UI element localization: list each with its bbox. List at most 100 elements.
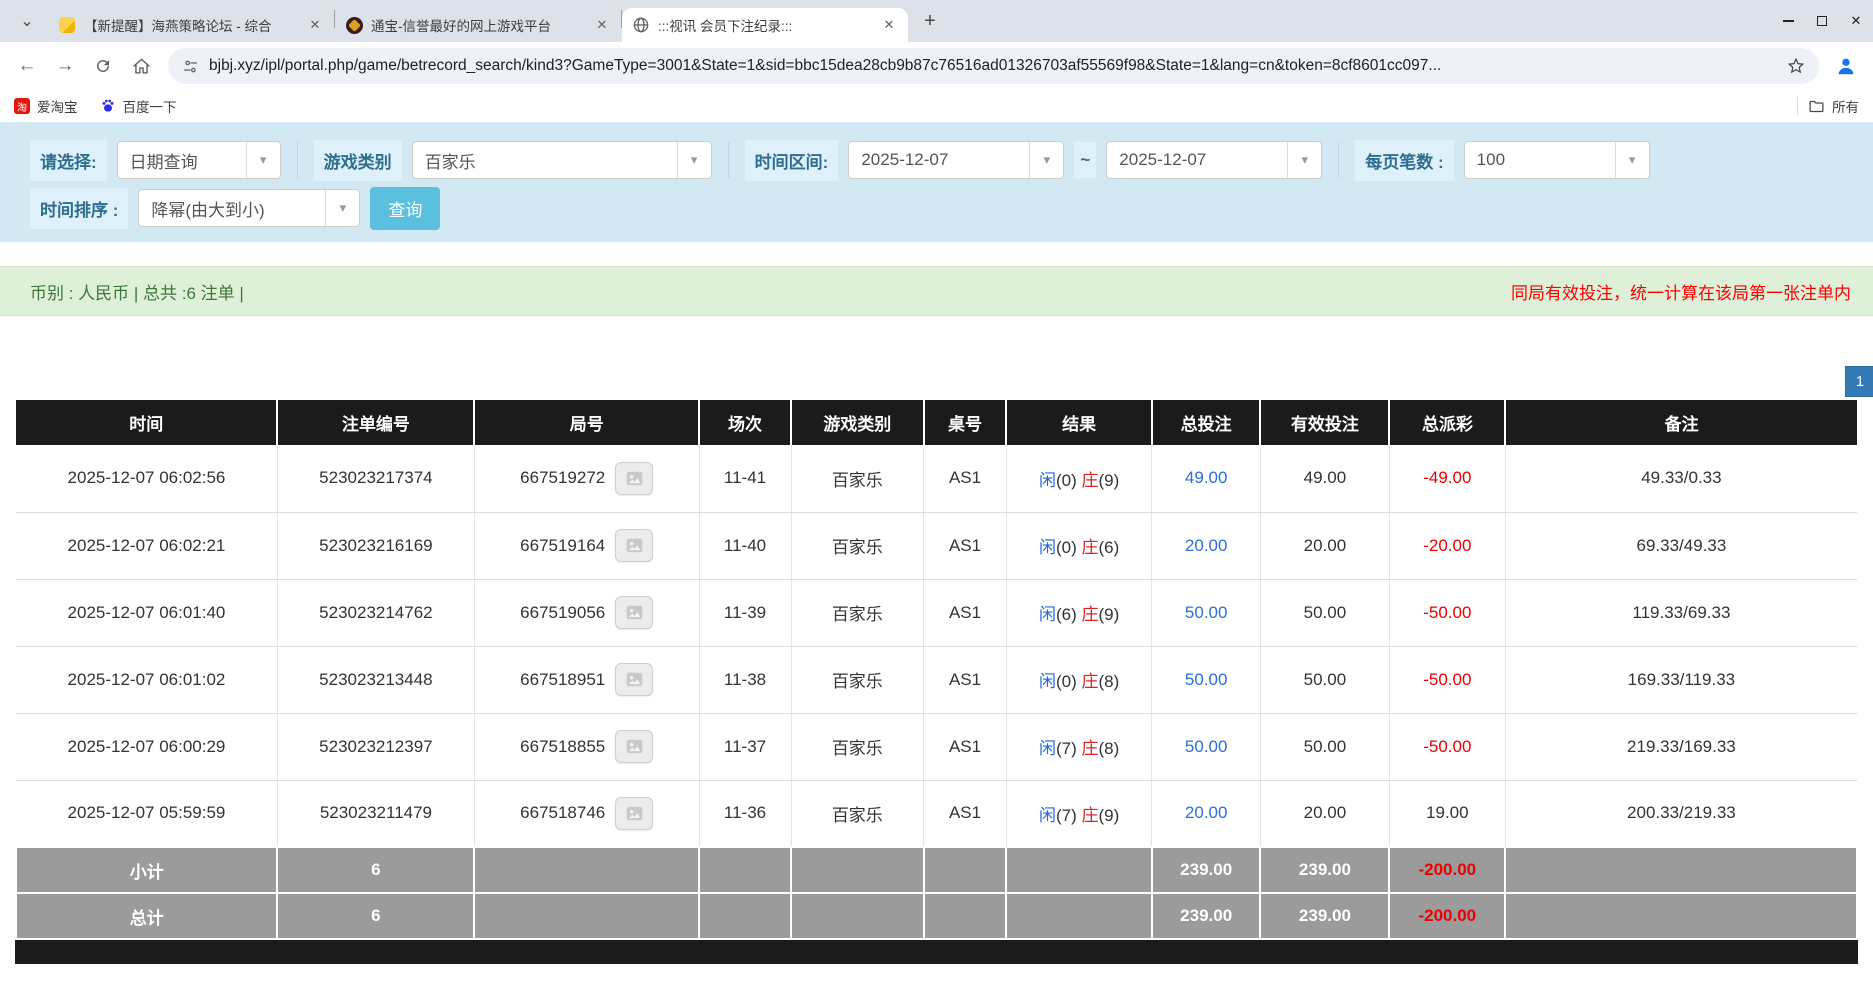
- table-bottom-bar: [15, 940, 1858, 964]
- back-button[interactable]: ←: [10, 49, 44, 83]
- valid-bet-notice: 同局有效投注，统一计算在该局第一张注单内: [1511, 279, 1851, 304]
- tab-title: 通宝-信誉最好的网上游戏平台: [371, 15, 585, 35]
- cell-total-bet[interactable]: 50.00: [1152, 646, 1261, 713]
- tab-title: :::视讯 会员下注纪录:::: [658, 15, 872, 35]
- sort-dropdown[interactable]: 降幂(由大到小) ▾: [138, 189, 360, 227]
- bookmark-star-icon[interactable]: [1787, 57, 1805, 75]
- tongbao-icon: [345, 16, 363, 34]
- tab-tongbao[interactable]: 通宝-信誉最好的网上游戏平台 ✕: [335, 8, 621, 42]
- round-replay-icon[interactable]: [615, 529, 653, 562]
- cell-time: 2025-12-07 06:02:56: [16, 445, 277, 512]
- date-to-dropdown[interactable]: 2025-12-07 ▾: [1106, 141, 1322, 179]
- bet-records-table: 时间注单编号局号场次游戏类别桌号结果总投注有效投注总派彩备注 2025-12-0…: [15, 400, 1858, 940]
- filter-divider: [728, 142, 729, 178]
- cell-game-type: 百家乐: [791, 713, 924, 780]
- page-size-value: 100: [1465, 150, 1615, 170]
- round-replay-icon[interactable]: [615, 663, 653, 696]
- cell-time: 2025-12-07 05:59:59: [16, 780, 277, 847]
- date-range-tilde: ~: [1074, 142, 1096, 178]
- home-button[interactable]: [124, 49, 158, 83]
- cell-table-code: AS1: [924, 512, 1007, 579]
- column-header: 游戏类别: [791, 400, 924, 445]
- result-banker-label: 庄: [1082, 605, 1099, 624]
- cell-total-bet[interactable]: 50.00: [1152, 713, 1261, 780]
- bookmark-aitaobao[interactable]: 淘 爱淘宝: [14, 96, 78, 116]
- profile-avatar-icon[interactable]: [1829, 49, 1863, 83]
- close-window-button[interactable]: ✕: [1839, 0, 1873, 42]
- column-header: 注单编号: [277, 400, 474, 445]
- cell-bet-id: 523023211479: [277, 780, 474, 847]
- round-replay-icon[interactable]: [615, 730, 653, 763]
- tab-haiyan-forum[interactable]: 【新提醒】海燕策略论坛 - 综合 ✕: [48, 8, 334, 42]
- result-player-label: 闲: [1039, 739, 1056, 758]
- round-replay-icon[interactable]: [615, 797, 653, 830]
- result-player-points: (0): [1056, 538, 1082, 557]
- total-bet-link: 20.00: [1185, 536, 1228, 555]
- query-type-dropdown[interactable]: 日期查询 ▾: [117, 141, 281, 179]
- cell-round: 667518951: [474, 646, 699, 713]
- result-player-label: 闲: [1039, 471, 1056, 490]
- table-row: 2025-12-07 06:01:02523023213448667518951…: [16, 646, 1857, 713]
- tab-close-icon[interactable]: ✕: [880, 16, 898, 34]
- tab-bet-records-active[interactable]: :::视讯 会员下注纪录::: ✕: [622, 8, 908, 42]
- bookmark-label: 百度一下: [123, 96, 177, 116]
- cell-payout: -50.00: [1389, 713, 1505, 780]
- tab-search-chevron-icon[interactable]: ⌄: [12, 6, 42, 36]
- cell-table-code: AS1: [924, 646, 1007, 713]
- cell-payout: -49.00: [1389, 445, 1505, 512]
- maximize-button[interactable]: [1805, 0, 1839, 42]
- payout-value: -50.00: [1423, 670, 1471, 689]
- cell-result: 闲(0) 庄(9): [1006, 445, 1151, 512]
- column-header: 结果: [1006, 400, 1151, 445]
- cell-valid-bet: 20.00: [1260, 512, 1389, 579]
- forum-yellow-icon: [58, 16, 76, 34]
- page-number-button[interactable]: 1: [1845, 366, 1873, 397]
- table-row: 2025-12-07 06:01:40523023214762667519056…: [16, 579, 1857, 646]
- date-from-dropdown[interactable]: 2025-12-07 ▾: [848, 141, 1064, 179]
- result-banker-label: 庄: [1082, 538, 1099, 557]
- total-bet-link: 20.00: [1185, 803, 1228, 822]
- pagination-row: 1: [0, 316, 1873, 400]
- cell-payout: -50.00: [1389, 646, 1505, 713]
- cell-game-type: 百家乐: [791, 646, 924, 713]
- sort-label: 时间排序 :: [30, 188, 128, 229]
- sort-value: 降幂(由大到小): [139, 196, 325, 221]
- column-header: 总派彩: [1389, 400, 1505, 445]
- address-bar[interactable]: bjbj.xyz/ipl/portal.php/game/betrecord_s…: [168, 48, 1819, 84]
- all-bookmarks-button[interactable]: 所有: [1808, 96, 1859, 116]
- cell-game-type: 百家乐: [791, 445, 924, 512]
- reload-button[interactable]: [86, 49, 120, 83]
- round-replay-icon[interactable]: [615, 462, 653, 495]
- minimize-icon: [1783, 20, 1794, 22]
- all-bookmarks-label: 所有: [1832, 96, 1859, 116]
- cell-result: 闲(7) 庄(8): [1006, 713, 1151, 780]
- column-header: 有效投注: [1260, 400, 1389, 445]
- site-info-icon[interactable]: [182, 58, 199, 75]
- round-number: 667518746: [520, 803, 605, 823]
- game-type-dropdown[interactable]: 百家乐 ▾: [412, 141, 712, 179]
- tab-close-icon[interactable]: ✕: [593, 16, 611, 34]
- cell-total-bet[interactable]: 49.00: [1152, 445, 1261, 512]
- subtotal-payout: -200.00: [1389, 847, 1505, 893]
- search-button[interactable]: 查询: [370, 187, 440, 230]
- chevron-down-icon: ▾: [1615, 142, 1649, 178]
- tab-close-icon[interactable]: ✕: [306, 16, 324, 34]
- cell-table-code: AS1: [924, 579, 1007, 646]
- payout-value: -49.00: [1423, 468, 1471, 487]
- cell-time: 2025-12-07 06:02:21: [16, 512, 277, 579]
- cell-round: 667519164: [474, 512, 699, 579]
- cell-bet-id: 523023217374: [277, 445, 474, 512]
- bookmark-baidu[interactable]: 百度一下: [100, 96, 177, 116]
- page-size-dropdown[interactable]: 100 ▾: [1464, 141, 1650, 179]
- column-header: 时间: [16, 400, 277, 445]
- cell-game-type: 百家乐: [791, 512, 924, 579]
- cell-total-bet[interactable]: 50.00: [1152, 579, 1261, 646]
- url-text[interactable]: bjbj.xyz/ipl/portal.php/game/betrecord_s…: [209, 57, 1777, 75]
- cell-session: 11-39: [699, 579, 791, 646]
- new-tab-button[interactable]: +: [916, 7, 944, 35]
- cell-total-bet[interactable]: 20.00: [1152, 512, 1261, 579]
- forward-button[interactable]: →: [48, 49, 82, 83]
- round-replay-icon[interactable]: [615, 596, 653, 629]
- cell-total-bet[interactable]: 20.00: [1152, 780, 1261, 847]
- minimize-button[interactable]: [1771, 0, 1805, 42]
